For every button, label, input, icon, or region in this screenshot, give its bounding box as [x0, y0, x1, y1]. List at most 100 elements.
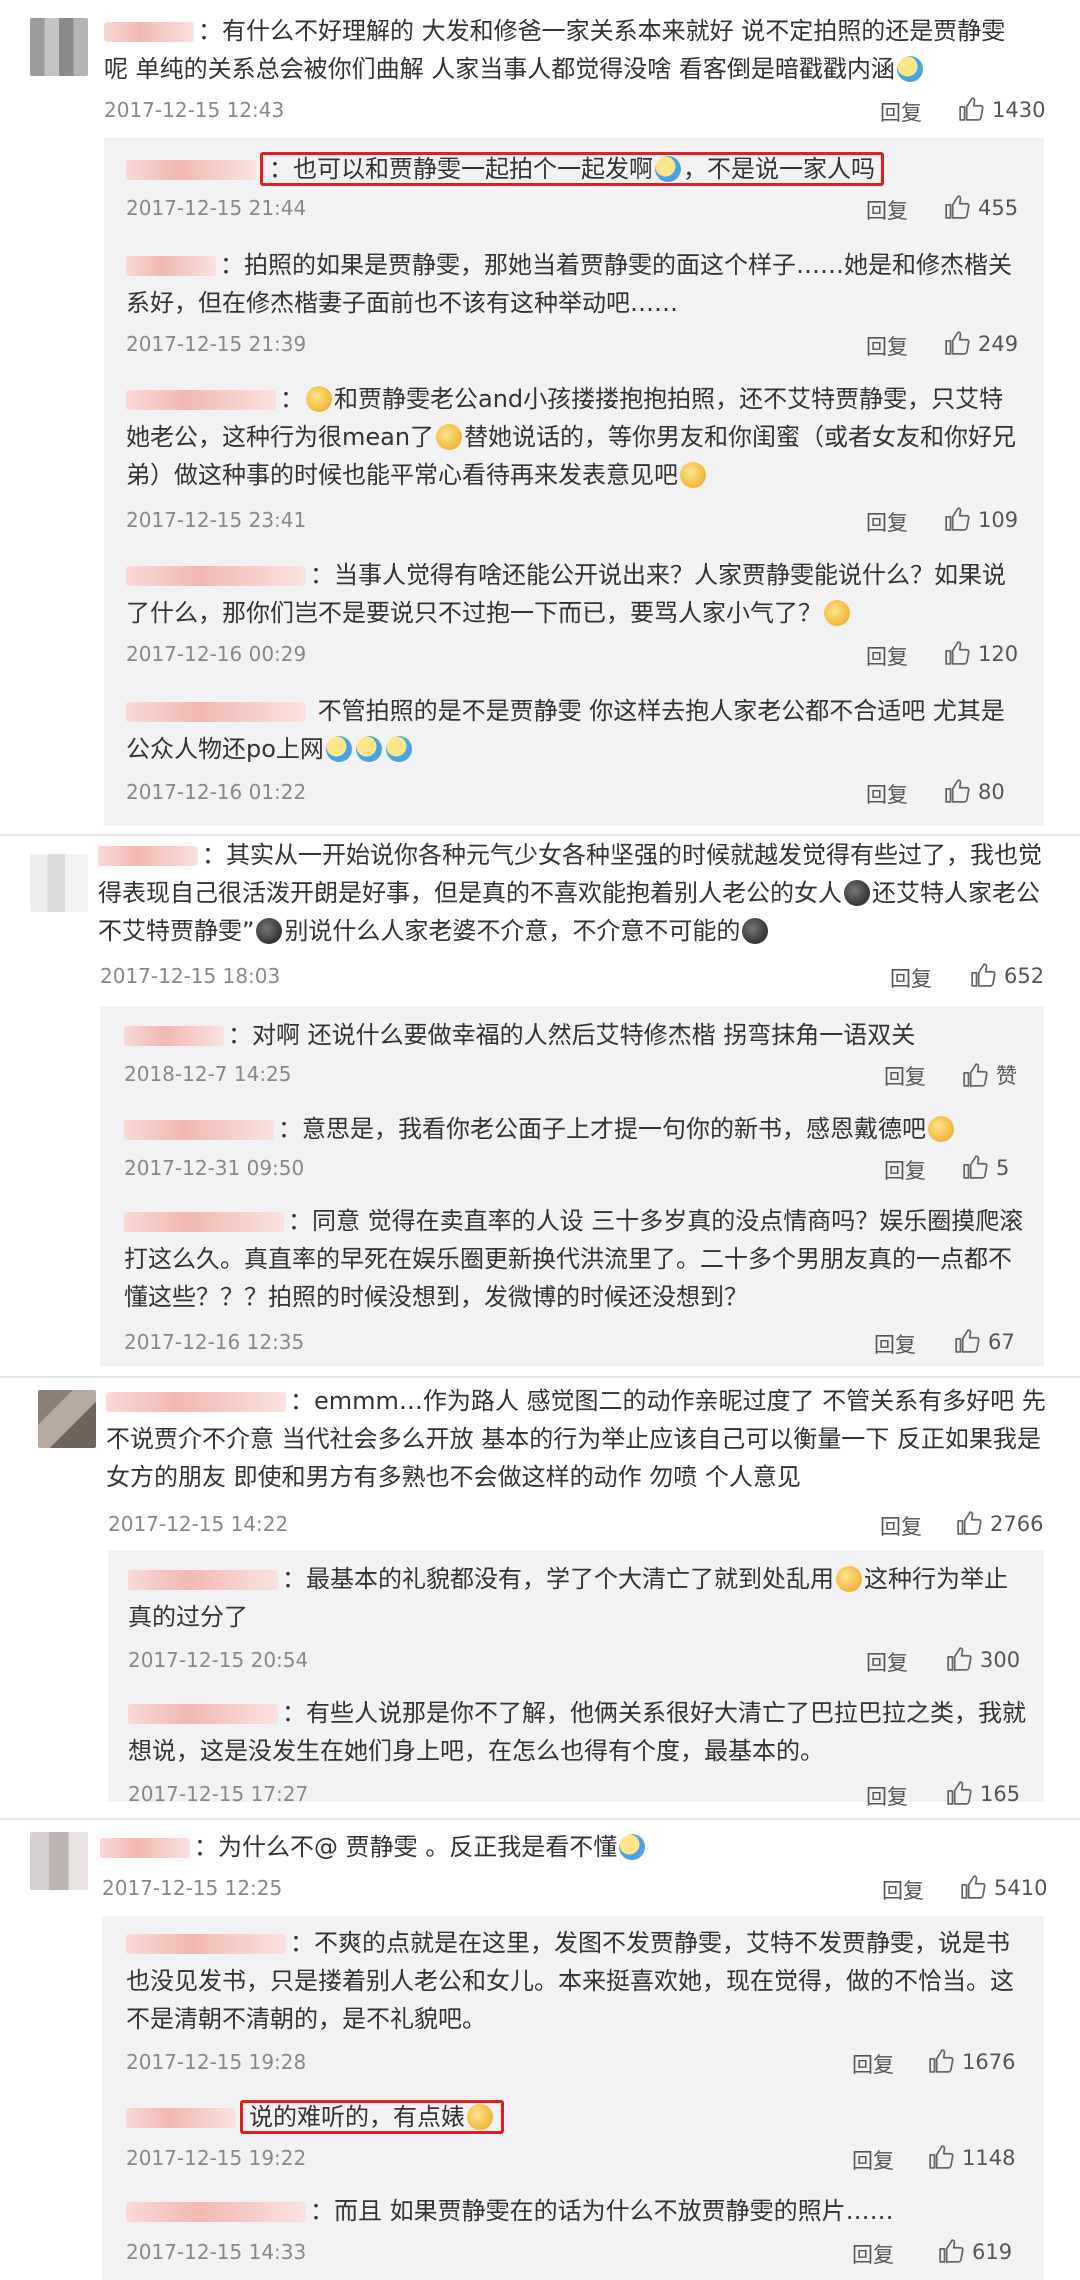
- username[interactable]: [126, 566, 306, 586]
- reply-button[interactable]: 回复: [866, 1781, 908, 1811]
- username[interactable]: [124, 1026, 224, 1046]
- like-button[interactable]: 赞: [962, 1060, 1017, 1090]
- like-button[interactable]: 652: [970, 962, 1044, 988]
- thumbs-up-icon: [970, 962, 996, 988]
- like-button[interactable]: 5410: [960, 1874, 1047, 1900]
- thumbs-up-icon: [944, 778, 970, 804]
- username[interactable]: [126, 2202, 306, 2222]
- emoji-icon: [619, 1834, 646, 1860]
- reply-button[interactable]: 回复: [852, 2239, 894, 2269]
- username[interactable]: [128, 1704, 278, 1724]
- reply-button[interactable]: 回复: [880, 1511, 922, 1541]
- emoji-icon: [655, 156, 681, 182]
- reply-button[interactable]: 回复: [884, 1061, 926, 1091]
- emoji-icon: [844, 880, 870, 906]
- reply-button[interactable]: 回复: [866, 195, 908, 225]
- reply-button[interactable]: 回复: [852, 2049, 894, 2079]
- reply-button[interactable]: 回复: [874, 1329, 916, 1359]
- avatar[interactable]: [30, 18, 88, 76]
- comment-time: 2017-12-15 12:43: [104, 98, 285, 122]
- username[interactable]: [126, 1934, 286, 1954]
- reply-button[interactable]: 回复: [882, 1875, 924, 1905]
- like-button[interactable]: 2766: [956, 1510, 1043, 1536]
- reply-time: 2017-12-15 14:33: [126, 2240, 307, 2264]
- comment-time: 2017-12-15 14:22: [108, 1512, 289, 1536]
- like-button[interactable]: 109: [944, 506, 1018, 532]
- thumbs-up-icon: [960, 1874, 986, 1900]
- username[interactable]: [128, 1570, 278, 1590]
- reply-text: 不管拍照的是不是贾静雯 你这样去抱人家老公都不合适吧 尤其是公众人物还po上网: [126, 697, 1005, 763]
- username[interactable]: [126, 256, 216, 276]
- like-button[interactable]: 1148: [928, 2144, 1015, 2170]
- avatar[interactable]: [38, 1390, 96, 1448]
- reply-button[interactable]: 回复: [866, 641, 908, 671]
- username[interactable]: [126, 390, 276, 410]
- reply-text: ：有些人说那是你不了解，他俩关系很好大清亡了巴拉巴拉之类，我就想说，这是没发生在…: [128, 1699, 1026, 1765]
- like-button[interactable]: 1430: [958, 96, 1045, 122]
- like-button[interactable]: 67: [954, 1328, 1015, 1354]
- thumbs-up-icon: [928, 2144, 954, 2170]
- reply-button[interactable]: 回复: [866, 331, 908, 361]
- reply-time: 2018-12-7 14:25: [124, 1062, 292, 1086]
- cat-emoji-icon: [928, 1116, 954, 1142]
- username[interactable]: [98, 846, 198, 866]
- reply-time: 2017-12-15 17:27: [128, 1782, 309, 1806]
- comment-text: ：emmm…作为路人 感觉图二的动作亲昵过度了 不管关系有多好吧 先不说贾介不介…: [106, 1387, 1046, 1491]
- emoji-icon: [325, 736, 352, 762]
- like-button[interactable]: 619: [938, 2238, 1012, 2264]
- reply-button[interactable]: 回复: [866, 779, 908, 809]
- avatar[interactable]: [30, 854, 88, 912]
- like-button[interactable]: 120: [944, 640, 1018, 666]
- like-button[interactable]: 300: [946, 1646, 1020, 1672]
- reply-time: 2017-12-15 21:44: [126, 196, 307, 220]
- like-button[interactable]: 249: [944, 330, 1018, 356]
- like-button[interactable]: 5: [962, 1154, 1009, 1180]
- like-button[interactable]: 165: [946, 1780, 1020, 1806]
- like-button[interactable]: 1676: [928, 2048, 1015, 2074]
- username[interactable]: [104, 22, 194, 42]
- avatar[interactable]: [30, 1832, 88, 1890]
- smile-emoji-icon: [306, 386, 332, 412]
- reply-text: ：也可以和贾静雯一起拍个一起发啊 ，不是说一家人吗: [126, 150, 1026, 188]
- reply-button[interactable]: 回复: [866, 1647, 908, 1677]
- reply-text: ：而且 如果贾静雯在的话为什么不放贾静雯的照片……: [126, 2192, 1026, 2230]
- reply-time: 2017-12-16 12:35: [124, 1330, 305, 1354]
- username[interactable]: [106, 1392, 286, 1412]
- emoji-icon: [256, 918, 283, 944]
- comment-time: 2017-12-15 18:03: [100, 964, 281, 988]
- reply-button[interactable]: 回复: [880, 97, 922, 127]
- emoji-icon: [385, 736, 412, 762]
- username[interactable]: [126, 702, 306, 722]
- like-button[interactable]: 455: [944, 194, 1018, 220]
- emoji-icon: [742, 918, 769, 944]
- highlight-box: ：也可以和贾静雯一起拍个一起发啊 ，不是说一家人吗: [260, 152, 884, 186]
- username[interactable]: [124, 1212, 284, 1232]
- reply-text: ：和贾静雯老公and小孩搂搂抱抱拍照，还不艾特贾静雯，只艾特她老公，这种行为很m…: [126, 385, 1017, 489]
- comment-thread-4: ：为什么不@ 贾静雯 。反正我是看不懂 2017-12-15 12:25 回复 …: [0, 1820, 1080, 2280]
- comment-thread-1: ：有什么不好理解的 大发和修爸一家关系本来就好 说不定拍照的还是贾静雯呢 单纯的…: [0, 0, 1080, 830]
- thumbs-up-icon: [944, 330, 970, 356]
- username[interactable]: [124, 1120, 274, 1140]
- like-button[interactable]: 80: [944, 778, 1005, 804]
- username[interactable]: [126, 2108, 236, 2128]
- reply-button[interactable]: 回复: [890, 963, 932, 993]
- thumbs-up-icon: [956, 1510, 982, 1536]
- reply-button[interactable]: 回复: [884, 1155, 926, 1185]
- reply-time: 2017-12-15 19:22: [126, 2146, 307, 2170]
- thumbs-up-icon: [958, 96, 984, 122]
- reply-button[interactable]: 回复: [866, 507, 908, 537]
- reply-text: ：最基本的礼貌都没有，学了个大清亡了就到处乱用 这种行为举止真的过分了: [128, 1565, 1008, 1631]
- reply-text: ：不爽的点就是在这里，发图不发贾静雯，艾特不发贾静雯，说是书也没见发书，只是搂着…: [126, 1929, 1014, 2033]
- comment-time: 2017-12-15 12:25: [102, 1876, 283, 1900]
- reply-text: ：意思是，我看你老公面子上才提一句你的新书，感恩戴德吧: [124, 1110, 1024, 1148]
- thumbs-up-icon: [954, 1328, 980, 1354]
- emoji-icon: [896, 56, 923, 82]
- reply-time: 2017-12-15 21:39: [126, 332, 307, 356]
- thumbs-up-icon: [944, 640, 970, 666]
- username[interactable]: [126, 160, 256, 180]
- shy-emoji-icon: [824, 600, 850, 626]
- reply-button[interactable]: 回复: [852, 2145, 894, 2175]
- thumbs-up-icon: [928, 2048, 954, 2074]
- reply-text: ：当事人觉得有啥还能公开说出来？人家贾静雯能说什么？如果说了什么，那你们岂不是要…: [126, 561, 1006, 627]
- username[interactable]: [100, 1838, 190, 1858]
